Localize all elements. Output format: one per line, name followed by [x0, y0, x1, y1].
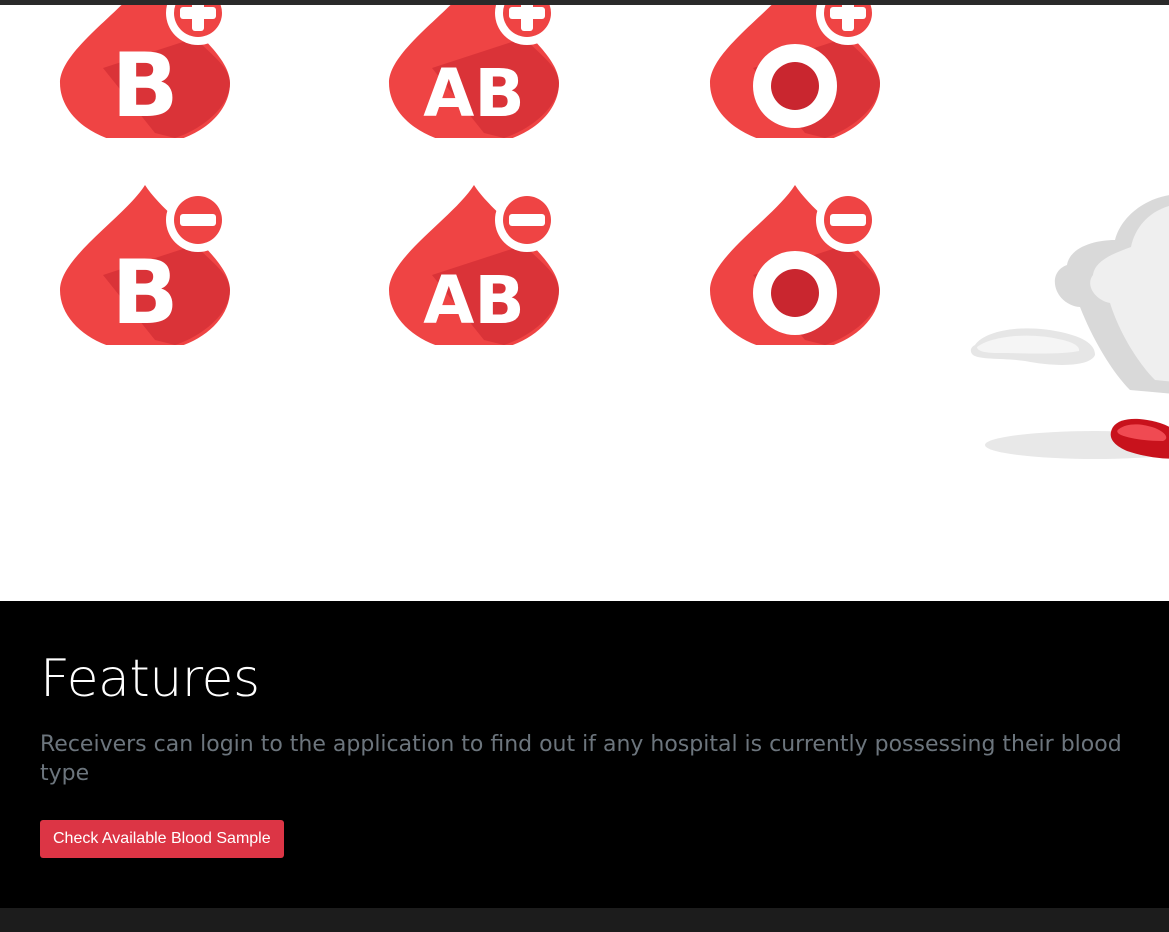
blood-drop-svg [710, 185, 880, 352]
blood-type-letter: B [111, 241, 178, 344]
features-section: Features Receivers can login to the appl… [0, 601, 1169, 908]
blood-drop-svg: B [60, 5, 230, 145]
kneeling-figure-illustration [970, 195, 1169, 459]
features-description: Receivers can login to the application t… [40, 732, 1122, 786]
blood-type-ab-positive-icon: AB [384, 5, 564, 145]
blood-drop-svg [710, 5, 880, 145]
features-heading: Features [40, 649, 260, 709]
blood-drop-svg: AB [389, 5, 559, 145]
blood-type-o-negative-icon [705, 165, 885, 352]
blood-type-ab-negative-icon: AB [384, 165, 564, 352]
check-available-blood-sample-button[interactable]: Check Available Blood Sample [40, 820, 284, 858]
blood-type-letter: AB [423, 262, 524, 339]
blood-drop-svg: B [60, 185, 230, 352]
blood-type-o-positive-icon [705, 5, 885, 145]
blood-type-letter: AB [423, 55, 524, 132]
blood-drop-svg: AB [389, 185, 559, 352]
blood-type-b-negative-icon: B [55, 165, 235, 352]
blood-type-b-positive-icon: B [55, 5, 235, 145]
hero-banner: B AB B AB [0, 5, 1169, 601]
blood-type-letter: B [111, 34, 178, 137]
footer-strip [0, 908, 1169, 932]
